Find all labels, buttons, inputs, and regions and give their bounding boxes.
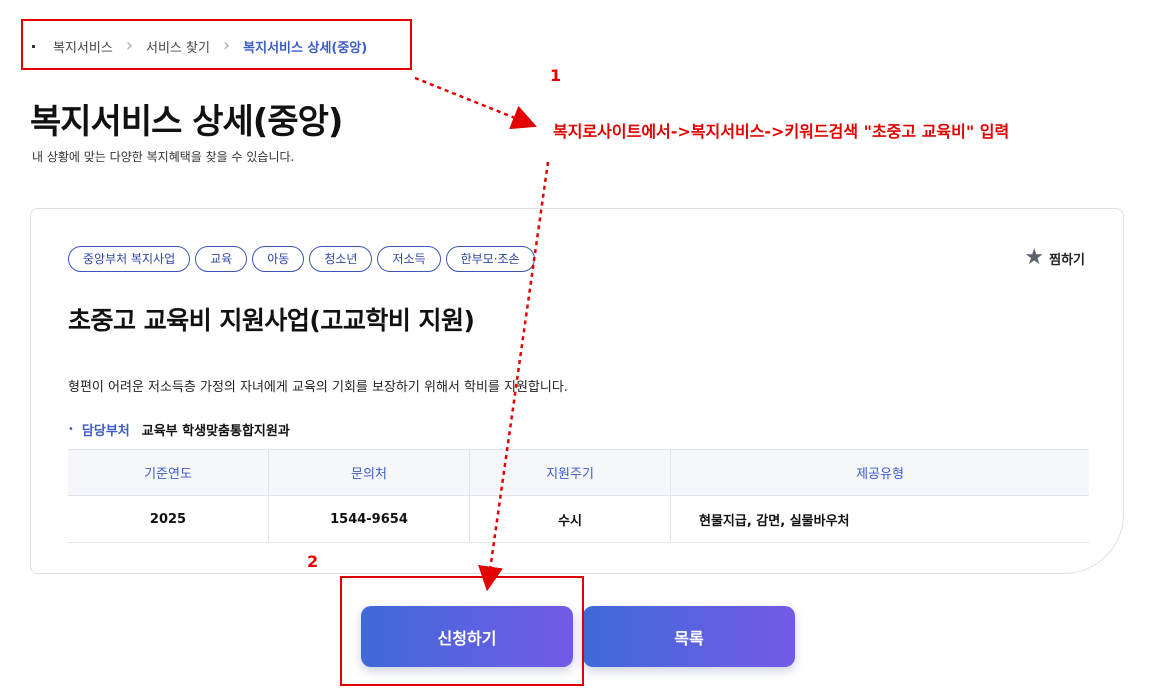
star-icon: ★ [1024, 245, 1045, 270]
list-button[interactable]: 목록 [583, 606, 795, 667]
annotation-instruction: 복지로사이트에서->복지서비스->키워드검색 "초중고 교육비" 입력 [553, 122, 1010, 141]
department-value: 교육부 학생맞춤통합지원과 [141, 424, 290, 439]
tag-education: 교육 [195, 246, 248, 272]
header-contact: 문의처 [268, 449, 470, 496]
header-support-cycle: 지원주기 [469, 449, 671, 496]
annotation-step-2: 2 [307, 552, 319, 571]
tag-central-ministry: 중앙부처 복지사업 [68, 246, 191, 272]
annotation-step-1: 1 [550, 66, 562, 85]
service-description: 형편이 어려운 저소득층 가정의 자녀에게 교육의 기회를 보장하기 위해서 학… [68, 380, 568, 395]
tag-single-parent: 한부모·조손 [445, 246, 535, 272]
cell-provision-type: 현물지급, 감면, 실물바우처 [670, 495, 1089, 543]
page-title: 복지서비스 상세(중앙) [30, 102, 343, 142]
page-subtitle: 내 상황에 맞는 다양한 복지혜택을 찾을 수 있습니다. [32, 150, 295, 164]
arrow-to-instruction [414, 76, 537, 130]
header-provision-type: 제공유형 [670, 449, 1089, 496]
table-header-row: 기준연도 문의처 지원주기 제공유형 [68, 449, 1089, 496]
bullet-icon: • [68, 424, 74, 435]
tag-low-income: 저소득 [377, 246, 441, 272]
bookmark-button[interactable]: ★ 찜하기 [1024, 247, 1085, 269]
service-card: 중앙부처 복지사업 교육 아동 청소년 저소득 한부모·조손 ★ 찜하기 초중고… [30, 208, 1124, 574]
bookmark-label: 찜하기 [1049, 252, 1085, 268]
department-label: 담당부처 [81, 424, 130, 439]
table-row: 2025 1544-9654 수시 현물지급, 감면, 실물바우처 [68, 495, 1089, 543]
annotation-box-apply [340, 576, 584, 686]
service-info-table: 기준연도 문의처 지원주기 제공유형 2025 1544-9654 수시 현물지… [68, 449, 1089, 543]
annotation-box-breadcrumb [21, 19, 412, 70]
cell-base-year: 2025 [68, 495, 269, 543]
tag-youth: 청소년 [309, 246, 373, 272]
cell-support-cycle: 수시 [469, 495, 671, 543]
tag-list: 중앙부처 복지사업 교육 아동 청소년 저소득 한부모·조손 [68, 246, 535, 272]
cell-contact: 1544-9654 [268, 495, 470, 543]
department-info: • 담당부처 교육부 학생맞춤통합지원과 [68, 420, 290, 439]
service-title: 초중고 교육비 지원사업(고교학비 지원) [68, 306, 475, 335]
header-base-year: 기준연도 [68, 449, 269, 496]
tag-child: 아동 [252, 246, 305, 272]
